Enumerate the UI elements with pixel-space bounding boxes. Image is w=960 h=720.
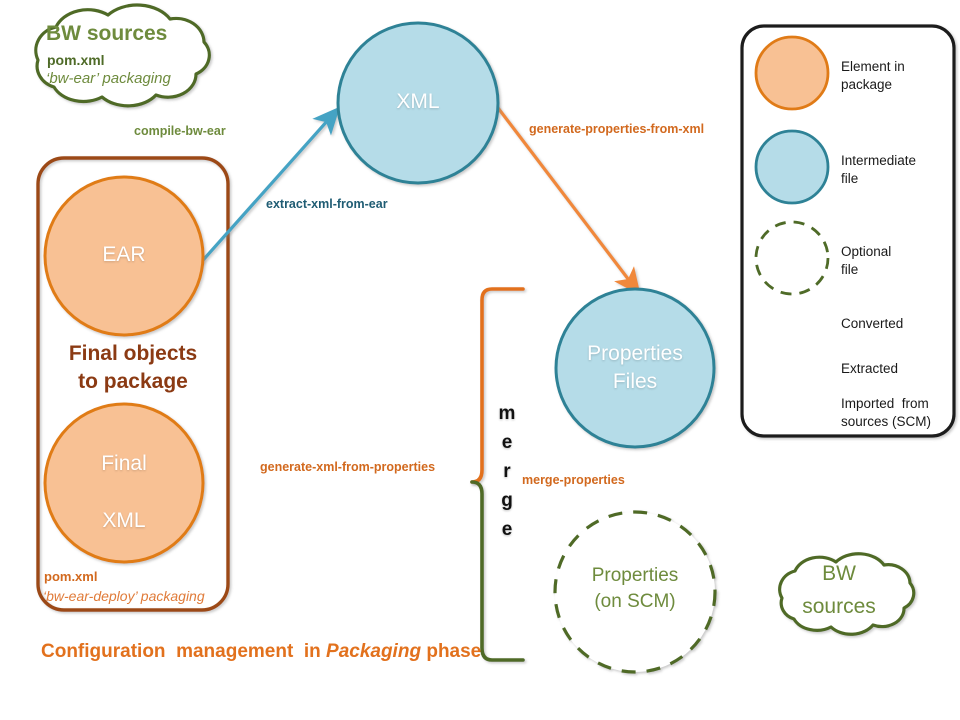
bw-sources-cloud-title: BW sources [46, 22, 168, 45]
scm-cloud-line2: sources [802, 594, 876, 618]
legend-swatch-intermediate-file [754, 129, 830, 205]
legend-5-line1: Imported from [841, 396, 929, 411]
node-properties-on-scm-label: Properties (on SCM) [555, 563, 715, 614]
node-final-xml-line2: XML [102, 508, 146, 532]
package-box-pom: pom.xml [44, 569, 98, 584]
diagram-canvas: BW sources pom.xml ‘bw-ear’ packaging BW… [0, 0, 960, 720]
edge-label-compile-bw-ear: compile-bw-ear [134, 124, 226, 138]
legend-label-converted: Converted [841, 316, 904, 331]
caption-prefix: Configuration management in [41, 641, 327, 662]
package-box-title-line1: Final objects [68, 342, 198, 365]
node-final-xml-line1: Final [101, 452, 147, 475]
legend-2-line1: Optional [841, 244, 892, 259]
node-properties-files-line1: Properties [587, 342, 683, 365]
merge-letter-2: r [503, 460, 511, 482]
legend-label-element-in-package: Element in package [841, 58, 953, 94]
bw-sources-cloud-packaging: ‘bw-ear’ packaging [46, 70, 171, 87]
legend-label-optional-file: Optional file [841, 243, 953, 279]
legend-1-line1: Intermediate [841, 153, 917, 168]
node-final-xml-label: Final XML [54, 450, 194, 535]
merge-letter-4: e [501, 518, 513, 540]
legend-label-imported-from-sources: Imported from sources (SCM) [841, 395, 957, 431]
edge-label-generate-xml-from-properties: generate-xml-from-properties [260, 460, 436, 474]
node-properties-scm-line2: (on SCM) [594, 590, 676, 612]
node-ear-label: EAR [102, 243, 146, 266]
diagram-caption: Configuration management in Packaging ph… [41, 641, 481, 663]
legend-0-line2: package [841, 77, 893, 93]
caption-suffix: phase [421, 641, 482, 662]
merge-letter-0: m [498, 403, 516, 424]
merge-bracket-label: m e r g e [495, 400, 519, 544]
edge-label-generate-properties-from-xml: generate-properties-from-xml [529, 122, 705, 136]
scm-cloud-label: BW sources [789, 558, 889, 623]
merge-letter-3: g [501, 489, 513, 511]
merge-letter-1: e [501, 431, 513, 453]
node-properties-scm-line1: Properties [591, 565, 679, 586]
scm-cloud-line1: BW [822, 562, 856, 585]
legend-label-extracted: Extracted [841, 361, 899, 376]
legend-2-line2: file [841, 262, 859, 278]
legend-swatch-element-in-package [754, 35, 830, 111]
edge-label-merge-properties: merge-properties [522, 473, 625, 487]
package-box-packaging: ‘bw-ear-deploy’ packaging [43, 588, 205, 604]
node-properties-files-label: Properties Files [555, 340, 715, 397]
package-box-title-line2: to package [78, 370, 188, 394]
legend-1-line2: file [841, 171, 859, 187]
node-properties-files-line2: Files [612, 370, 658, 394]
caption-emphasis: Packaging [326, 641, 422, 662]
bw-sources-cloud-pom: pom.xml [47, 52, 105, 68]
package-box-title: Final objects to package [38, 340, 228, 397]
legend-label-intermediate-file: Intermediate file [841, 152, 953, 188]
node-xml-label: XML [396, 90, 440, 113]
legend-swatch-optional-file [754, 220, 830, 296]
legend-0-line1: Element in [841, 59, 905, 74]
edge-label-extract-xml-from-ear: extract-xml-from-ear [266, 197, 388, 211]
legend-5-line2: sources (SCM) [841, 414, 932, 430]
